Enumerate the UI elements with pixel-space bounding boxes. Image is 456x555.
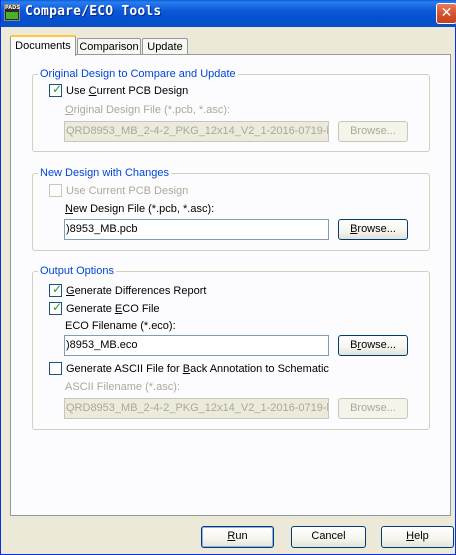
original-design-file-input[interactable]: QRD8953_MB_2-4-2_PKG_12x14_V2_1-2016-071… bbox=[64, 121, 329, 142]
new-design-file-input[interactable]: )8953_MB.pcb bbox=[64, 219, 329, 240]
new-design-browse-button[interactable]: Browse... bbox=[338, 219, 408, 240]
checkmark-icon: ✓ bbox=[52, 82, 63, 96]
original-design-browse-button[interactable]: Browse... bbox=[338, 121, 408, 142]
generate-ascii-label: Generate ASCII File for Back Annotation … bbox=[66, 363, 329, 375]
use-current-pcb-original-checkbox[interactable]: ✓ bbox=[49, 82, 63, 97]
checkmark-icon: ✓ bbox=[52, 282, 63, 296]
eco-browse-button[interactable]: Browse... bbox=[338, 335, 408, 356]
original-design-group-title: Original Design to Compare and Update bbox=[38, 68, 238, 81]
tab-documents[interactable]: Documents bbox=[10, 35, 76, 56]
checkmark-icon: ✓ bbox=[52, 300, 63, 314]
new-design-group-title: New Design with Changes bbox=[38, 167, 172, 180]
app-icon-bar bbox=[6, 12, 18, 19]
output-options-group-title: Output Options bbox=[38, 265, 116, 278]
cancel-button[interactable]: Cancel bbox=[291, 526, 366, 548]
eco-filename-input[interactable]: )8953_MB.eco bbox=[64, 335, 329, 356]
tab-documents-label: Documents bbox=[15, 40, 71, 52]
ascii-filename-input[interactable]: QRD8953_MB_2-4-2_PKG_12x14_V2_1-2016-071… bbox=[64, 398, 329, 419]
help-button[interactable]: Help bbox=[381, 526, 454, 548]
run-button[interactable]: Run bbox=[201, 526, 274, 548]
generate-eco-checkbox-row[interactable]: ✓ Generate ECO File bbox=[49, 300, 249, 317]
pads-logo-icon: PADS bbox=[4, 4, 20, 21]
generate-eco-checkbox[interactable]: ✓ bbox=[49, 300, 63, 315]
use-current-pcb-new-checkbox[interactable] bbox=[49, 184, 62, 197]
documents-tab-panel: Original Design to Compare and Update ✓ … bbox=[10, 54, 451, 516]
new-design-file-label: New Design File (*.pcb, *.asc): bbox=[65, 203, 215, 215]
use-current-pcb-original-checkbox-row[interactable]: ✓ Use Current PCB Design bbox=[49, 82, 249, 99]
title-bar[interactable]: PADS Compare/ECO Tools ✕ bbox=[1, 0, 456, 27]
window-title: Compare/ECO Tools bbox=[25, 4, 162, 19]
ascii-filename-label: ASCII Filename (*.asc): bbox=[65, 381, 180, 393]
generate-differences-label: Generate Differences Report bbox=[66, 285, 207, 297]
close-button[interactable]: ✕ bbox=[436, 3, 456, 24]
use-current-pcb-new-label: Use Current PCB Design bbox=[66, 185, 189, 197]
tab-comparison-label: Comparison bbox=[79, 41, 139, 53]
compare-eco-dialog: PADS Compare/ECO Tools ✕ Documents Compa… bbox=[0, 0, 456, 555]
use-current-pcb-new-checkbox-row[interactable]: Use Current PCB Design bbox=[49, 183, 249, 199]
ascii-browse-button[interactable]: Browse... bbox=[338, 398, 408, 419]
generate-eco-label: Generate ECO File bbox=[66, 303, 160, 315]
app-icon-text: PADS bbox=[5, 5, 20, 11]
generate-ascii-checkbox[interactable] bbox=[49, 362, 62, 375]
use-current-pcb-original-label: Use Current PCB Design bbox=[66, 85, 189, 97]
original-design-file-label: Original Design File (*.pcb, *.asc): bbox=[65, 104, 231, 116]
generate-differences-checkbox-row[interactable]: ✓ Generate Differences Report bbox=[49, 282, 269, 299]
generate-ascii-checkbox-row[interactable]: Generate ASCII File for Back Annotation … bbox=[49, 361, 349, 377]
eco-filename-label: ECO Filename (*.eco): bbox=[65, 320, 176, 332]
tab-update-label: Update bbox=[147, 41, 183, 53]
generate-differences-checkbox[interactable]: ✓ bbox=[49, 282, 63, 297]
